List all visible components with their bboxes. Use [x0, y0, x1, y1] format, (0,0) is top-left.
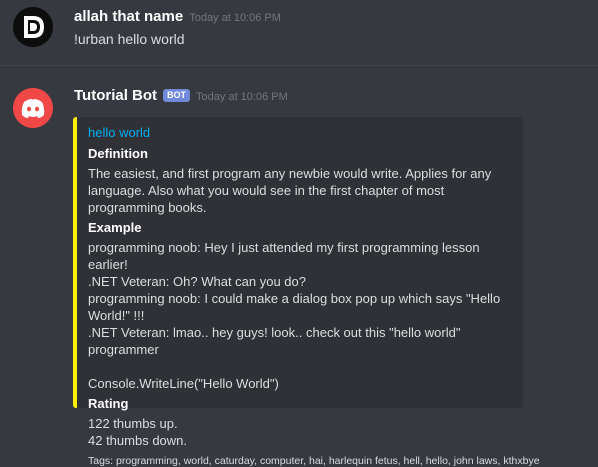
stylized-d-logo-icon — [13, 7, 53, 47]
bot-badge: BOT — [163, 89, 191, 102]
message-divider — [0, 65, 598, 66]
message-bot: Tutorial Bot BOT Today at 10:06 PM hello w… — [0, 78, 598, 467]
discord-logo-icon — [13, 88, 53, 128]
bot-avatar[interactable] — [13, 88, 53, 128]
user-avatar[interactable] — [13, 7, 53, 47]
username[interactable]: allah that name — [74, 8, 183, 25]
timestamp: Today at 10:06 PM — [196, 91, 288, 103]
username[interactable]: Tutorial Bot — [74, 87, 157, 104]
message-content: !urban hello world — [74, 31, 185, 47]
field-example-value: programming noob: Hey I just attended my… — [88, 240, 501, 391]
field-example-name: Example — [88, 220, 142, 235]
message-user: allah that name Today at 10:06 PM !urban … — [0, 0, 598, 62]
message-header: allah that name Today at 10:06 PM — [74, 8, 281, 26]
embed-footer: Tags: programming, world, caturday, comp… — [88, 455, 540, 467]
message-header: Tutorial Bot BOT Today at 10:06 PM — [74, 87, 288, 105]
field-rating-value: 122 thumbs up. 42 thumbs down. — [88, 416, 188, 448]
embed-title-link[interactable]: hello world — [88, 125, 513, 140]
field-definition-name: Definition — [88, 146, 148, 161]
timestamp: Today at 10:06 PM — [189, 12, 281, 24]
embed: hello world Definition The easiest, and … — [73, 117, 540, 467]
field-definition-value: The easiest, and first program any newbi… — [88, 166, 492, 215]
field-rating-name: Rating — [88, 396, 129, 411]
